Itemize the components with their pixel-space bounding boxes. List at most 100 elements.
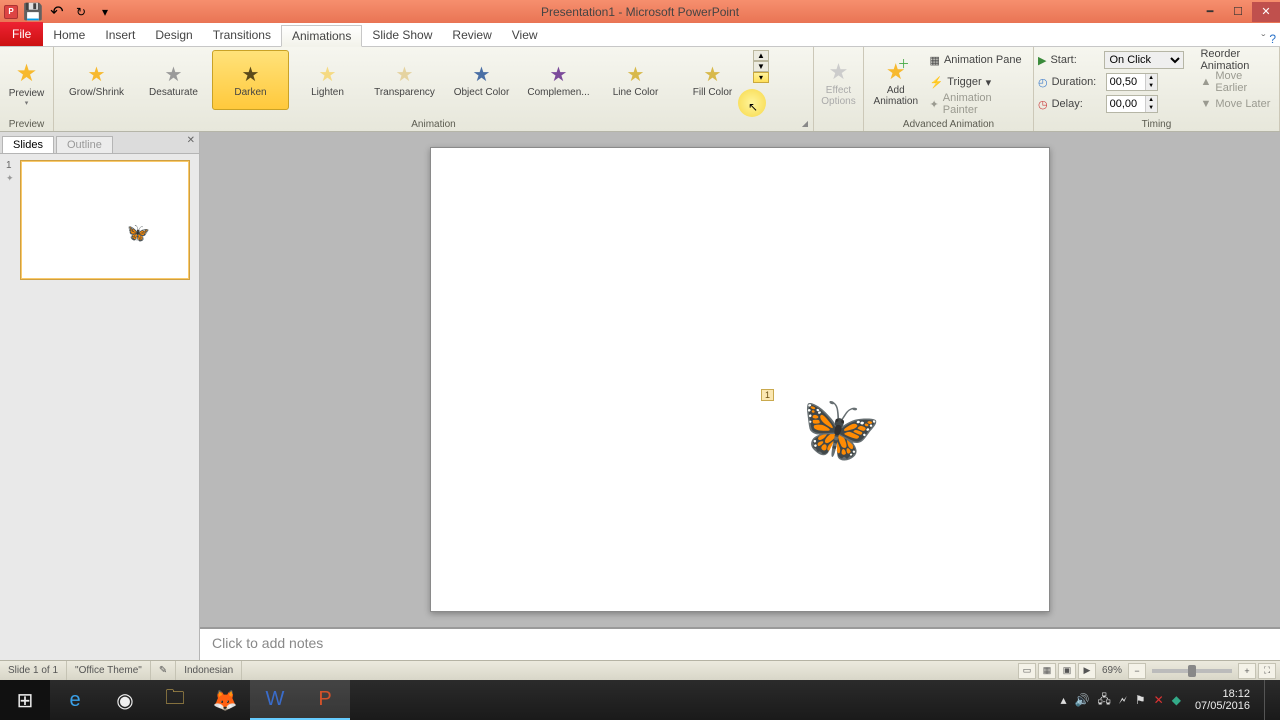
tray-show-hidden-icon[interactable]: ▴	[1061, 693, 1067, 707]
show-desktop-button[interactable]	[1264, 680, 1272, 720]
minimize-button[interactable]: ━	[1196, 2, 1224, 22]
tray-volume-icon[interactable]: 🔊	[1075, 693, 1090, 707]
delay-icon: ◷	[1038, 98, 1048, 111]
tab-insert[interactable]: Insert	[95, 24, 145, 46]
status-spellcheck-icon[interactable]: ✎	[151, 661, 176, 680]
animation-indicator-icon: ✦	[6, 173, 16, 184]
add-animation-button[interactable]: ★＋ Add Animation	[868, 50, 924, 116]
gallery-scroll-up[interactable]: ▲	[753, 50, 769, 61]
preview-star-icon: ★	[16, 59, 38, 88]
app-icon: P	[4, 5, 18, 19]
animation-painter-button: ✦Animation Painter	[926, 94, 1029, 114]
view-normal-button[interactable]: ▭	[1018, 663, 1036, 679]
painter-icon: ✦	[930, 98, 939, 111]
slides-tab[interactable]: Slides	[2, 136, 54, 153]
status-language[interactable]: Indonesian	[176, 661, 242, 680]
main-area: Slides Outline ✕ 1 ✦ 🦋 1 🦋 Click to add …	[0, 132, 1280, 660]
qat-customize-icon[interactable]: ▾	[96, 3, 114, 21]
slide[interactable]: 1 🦋	[430, 147, 1050, 612]
status-bar: Slide 1 of 1 "Office Theme" ✎ Indonesian…	[0, 660, 1280, 680]
trigger-button[interactable]: ⚡Trigger ▾	[926, 72, 1029, 92]
duration-label: Duration:	[1052, 76, 1102, 88]
notes-pane[interactable]: Click to add notes	[200, 627, 1280, 660]
view-slideshow-button[interactable]: ▶	[1078, 663, 1096, 679]
pane-icon: ▦	[930, 54, 940, 67]
zoom-out-button[interactable]: −	[1128, 663, 1146, 679]
tab-home[interactable]: Home	[43, 24, 95, 46]
tray-battery-icon[interactable]: 🗲	[1119, 693, 1127, 708]
preview-label: Preview	[9, 88, 45, 99]
animation-pane-button[interactable]: ▦Animation Pane	[926, 50, 1029, 70]
animation-dialog-launcher[interactable]: ◢	[799, 117, 811, 129]
gallery-scroll-down[interactable]: ▼	[753, 61, 769, 72]
close-button[interactable]: ✕	[1252, 2, 1280, 22]
tab-animations[interactable]: Animations	[281, 25, 362, 47]
qat-undo-icon[interactable]: ↶	[48, 3, 66, 21]
gallery-fill-color[interactable]: ★Fill Color	[674, 50, 751, 110]
taskbar-powerpoint-icon[interactable]: P	[300, 680, 350, 720]
animation-tag[interactable]: 1	[761, 389, 774, 401]
taskbar-word-icon[interactable]: W	[250, 680, 300, 720]
tray-antivirus-icon[interactable]: ✕	[1154, 693, 1164, 707]
start-combo[interactable]: On Click	[1104, 51, 1184, 69]
start-button[interactable]: ⊞	[0, 680, 50, 720]
tab-view[interactable]: View	[502, 24, 548, 46]
tray-app-icon[interactable]: ◆	[1172, 693, 1181, 707]
title-bar: P 💾 ↶ ↻ ▾ Presentation1 - Microsoft Powe…	[0, 0, 1280, 23]
start-label: Start:	[1050, 54, 1100, 66]
taskbar-ie-icon[interactable]: e	[50, 680, 100, 720]
tab-review[interactable]: Review	[442, 24, 501, 46]
ribbon-tabs: File Home Insert Design Transitions Anim…	[0, 23, 1280, 47]
zoom-in-button[interactable]: +	[1238, 663, 1256, 679]
taskbar-clock[interactable]: 18:12 07/05/2016	[1189, 688, 1256, 712]
tray-network-icon[interactable]: 🖧	[1097, 690, 1110, 711]
add-animation-icon: ★＋	[886, 59, 906, 85]
gallery-grow-shrink[interactable]: ★Grow/Shrink	[58, 50, 135, 110]
animation-gallery: ★Grow/Shrink ★Desaturate ★Darken ★Lighte…	[58, 50, 751, 110]
ribbon: ★ Preview ▾ Preview ★Grow/Shrink ★Desatu…	[0, 47, 1280, 132]
delay-spinner[interactable]: ▲▼	[1106, 95, 1158, 113]
taskbar-chrome-icon[interactable]: ◉	[100, 680, 150, 720]
tray-flag-icon[interactable]: ⚑	[1135, 693, 1146, 707]
reorder-label: Reorder Animation	[1196, 50, 1275, 70]
preview-button[interactable]: ★ Preview ▾	[4, 50, 49, 116]
gallery-line-color[interactable]: ★Line Color	[597, 50, 674, 110]
outline-tab[interactable]: Outline	[56, 136, 113, 153]
status-theme[interactable]: "Office Theme"	[67, 661, 151, 680]
ribbon-minimize-icon[interactable]: ˇ	[1261, 32, 1265, 46]
zoom-slider[interactable]	[1152, 669, 1232, 673]
fit-window-button[interactable]: ⛶	[1258, 663, 1276, 679]
qat-redo-icon[interactable]: ↻	[72, 3, 90, 21]
file-tab[interactable]: File	[0, 22, 43, 46]
effect-options-button: ★ Effect Options	[818, 50, 859, 116]
slide-thumbnail-1[interactable]: 1 ✦ 🦋	[6, 160, 193, 280]
help-icon[interactable]: ?	[1269, 32, 1276, 46]
gallery-darken[interactable]: ★Darken	[212, 50, 289, 110]
gallery-transparency[interactable]: ★Transparency	[366, 50, 443, 110]
qat-save-icon[interactable]: 💾	[24, 3, 42, 21]
gallery-more-button[interactable]: ▾	[753, 72, 769, 83]
start-icon: ▶	[1038, 54, 1046, 67]
view-sorter-button[interactable]: ▦	[1038, 663, 1056, 679]
butterfly-image[interactable]: 🦋	[786, 382, 885, 474]
duration-spinner[interactable]: ▲▼	[1106, 73, 1158, 91]
tab-transitions[interactable]: Transitions	[203, 24, 281, 46]
gallery-desaturate[interactable]: ★Desaturate	[135, 50, 212, 110]
gallery-object-color[interactable]: ★Object Color	[443, 50, 520, 110]
gallery-complementary[interactable]: ★Complemen...	[520, 50, 597, 110]
gallery-lighten[interactable]: ★Lighten	[289, 50, 366, 110]
tab-slideshow[interactable]: Slide Show	[362, 24, 442, 46]
pane-close-icon[interactable]: ✕	[187, 135, 195, 146]
taskbar-firefox-icon[interactable]: 🦊	[200, 680, 250, 720]
taskbar-explorer-icon[interactable]: 🗀	[150, 680, 200, 720]
taskbar: ⊞ e ◉ 🗀 🦊 W P ▴ 🔊 🖧 🗲 ⚑ ✕ ◆ 18:12 07/05/…	[0, 680, 1280, 720]
slides-pane: Slides Outline ✕ 1 ✦ 🦋	[0, 132, 200, 660]
tab-design[interactable]: Design	[145, 24, 202, 46]
zoom-level: 69%	[1102, 665, 1122, 676]
maximize-button[interactable]: ☐	[1224, 2, 1252, 22]
view-reading-button[interactable]: ▣	[1058, 663, 1076, 679]
window-title: Presentation1 - Microsoft PowerPoint	[541, 5, 739, 19]
delay-label: Delay:	[1052, 98, 1102, 110]
move-later-button: ▼Move Later	[1196, 94, 1275, 114]
move-earlier-button: ▲Move Earlier	[1196, 72, 1275, 92]
